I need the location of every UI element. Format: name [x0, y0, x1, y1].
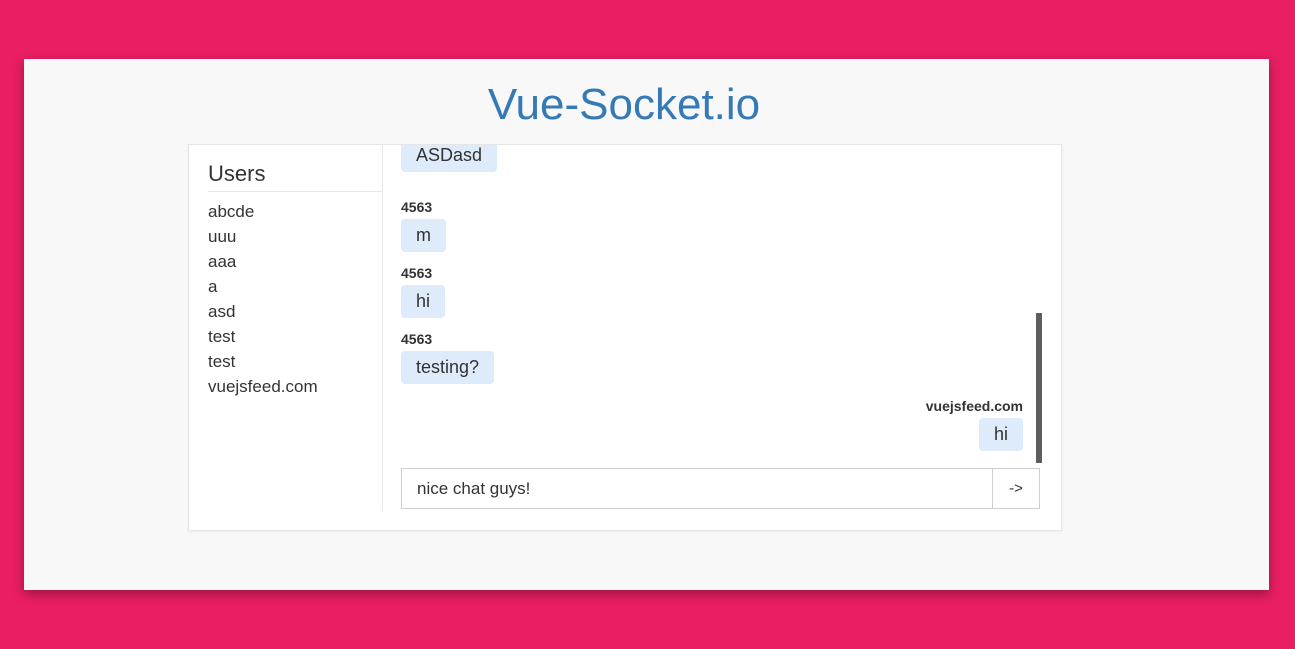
- message: ASDasd: [401, 145, 1041, 172]
- message-bubble: testing?: [401, 351, 495, 384]
- user-item: aaa: [208, 252, 237, 271]
- user-item: asd: [208, 302, 236, 321]
- message: 4563 testing?: [401, 329, 1041, 384]
- message-bubble: ASDasd: [401, 145, 498, 172]
- message-bubble: hi: [401, 285, 446, 318]
- message-author: 4563: [401, 199, 433, 215]
- message: 4563 hi: [401, 263, 1041, 318]
- page-title: Vue-Socket.io: [487, 80, 761, 129]
- message-author: 4563: [401, 331, 433, 347]
- message-own: vuejsfeed.com hi: [401, 396, 1023, 451]
- user-item: test: [208, 352, 236, 371]
- message-bubble: hi: [978, 418, 1023, 451]
- user-item: a: [208, 277, 218, 296]
- messages-panel[interactable]: ASDasd 4563 m 4563 hi 4563 testing? vuej…: [401, 145, 1041, 463]
- user-item: vuejsfeed.com: [208, 377, 318, 396]
- users-list: abcde uuu aaa a asd test test vuejsfeed.…: [208, 201, 318, 401]
- message-author: 4563: [401, 265, 433, 281]
- user-item: test: [208, 327, 236, 346]
- app-window: Vue-Socket.io Users abcde uuu aaa a asd …: [24, 59, 1269, 590]
- send-button[interactable]: ->: [992, 469, 1039, 508]
- message-bubble: m: [401, 219, 446, 252]
- message-author: vuejsfeed.com: [925, 398, 1023, 414]
- message-composer: ->: [401, 468, 1040, 509]
- message: 4563 m: [401, 197, 1041, 252]
- message-input[interactable]: [402, 469, 992, 508]
- chat-card: Users abcde uuu aaa a asd test test vuej…: [188, 144, 1062, 531]
- user-item: abcde: [208, 202, 255, 221]
- users-panel: Users abcde uuu aaa a asd test test vuej…: [189, 145, 383, 511]
- users-heading: Users: [208, 161, 382, 192]
- user-item: uuu: [208, 227, 237, 246]
- messages-scrollbar[interactable]: [1036, 313, 1042, 463]
